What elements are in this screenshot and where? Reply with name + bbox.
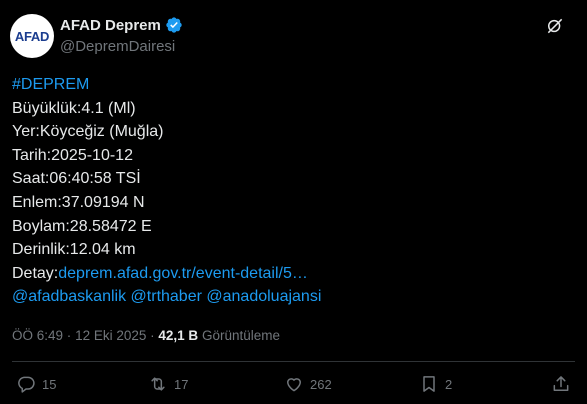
grok-icon[interactable] bbox=[545, 16, 565, 36]
magnitude-line: Büyüklük:4.1 (Ml) bbox=[12, 99, 136, 117]
display-name[interactable]: AFAD Deprem bbox=[60, 17, 161, 34]
bookmark-icon bbox=[423, 376, 435, 392]
like-button[interactable]: 262 bbox=[284, 374, 332, 394]
mention-anadoluajansi[interactable]: @anadoluajansi bbox=[206, 288, 321, 305]
date-line: Tarih:2025-10-12 bbox=[12, 146, 133, 164]
detail-line: Detay:deprem.afad.gov.tr/event-detail/5… bbox=[12, 262, 572, 286]
retweet-button[interactable]: 17 bbox=[148, 374, 188, 394]
tweet-date[interactable]: 12 Eki 2025 bbox=[75, 328, 146, 343]
meta-separator: · bbox=[66, 328, 72, 343]
depth-line: Derinlik:12.04 km bbox=[12, 241, 136, 259]
heart-icon bbox=[287, 378, 301, 392]
views-count: 42,1 B bbox=[158, 328, 199, 343]
longitude-line: Boylam:28.58472 E bbox=[12, 217, 152, 235]
mention-afadbaskanlik[interactable]: @afadbaskanlik bbox=[12, 288, 126, 305]
time-line: Saat:06:40:58 TSİ bbox=[12, 170, 141, 188]
latitude-line: Enlem:37.09194 N bbox=[12, 193, 145, 211]
location-line: Yer:Köyceğiz (Muğla) bbox=[12, 123, 164, 141]
bookmark-count: 2 bbox=[445, 376, 453, 392]
tweet-text: #DEPREM Büyüklük:4.1 (Ml) Yer:Köyceğiz (… bbox=[12, 73, 572, 309]
bookmark-button[interactable]: 2 bbox=[419, 374, 452, 394]
tweet: AFAD AFAD Deprem @DepremDairesi #DEPREM … bbox=[0, 0, 587, 404]
afad-logo-text: AFAD bbox=[14, 28, 50, 44]
mention-trthaber[interactable]: @trthaber bbox=[131, 288, 202, 305]
like-count: 262 bbox=[310, 376, 332, 392]
avatar[interactable]: AFAD bbox=[10, 14, 54, 58]
reply-button[interactable]: 15 bbox=[16, 374, 56, 394]
author-name-row: AFAD Deprem bbox=[60, 16, 183, 34]
hashtag-link[interactable]: #DEPREM bbox=[12, 76, 89, 93]
retweet-icon bbox=[151, 377, 165, 391]
tweet-time[interactable]: ÖÖ 6:49 bbox=[12, 328, 63, 343]
views-label: Görüntüleme bbox=[201, 328, 280, 343]
mentions-line: @afadbaskanlik @trthaber @anadoluajansi bbox=[12, 285, 572, 309]
meta-separator: · bbox=[150, 328, 155, 343]
divider bbox=[12, 361, 575, 362]
share-icon bbox=[553, 376, 569, 391]
reply-icon bbox=[18, 376, 35, 393]
retweet-count: 17 bbox=[174, 376, 189, 392]
detail-label: Detay: bbox=[12, 264, 59, 282]
share-button[interactable] bbox=[551, 374, 571, 394]
action-bar: 15 17 262 2 bbox=[0, 372, 587, 402]
tweet-meta: ÖÖ 6:49 · 12 Eki 2025 · 42,1 B Görüntüle… bbox=[12, 328, 280, 343]
reply-count: 15 bbox=[42, 376, 57, 392]
verified-badge-icon bbox=[166, 17, 182, 33]
detail-link[interactable]: deprem.afad.gov.tr/event-detail/5… bbox=[58, 265, 308, 282]
author-handle[interactable]: @DepremDairesi bbox=[60, 38, 175, 55]
